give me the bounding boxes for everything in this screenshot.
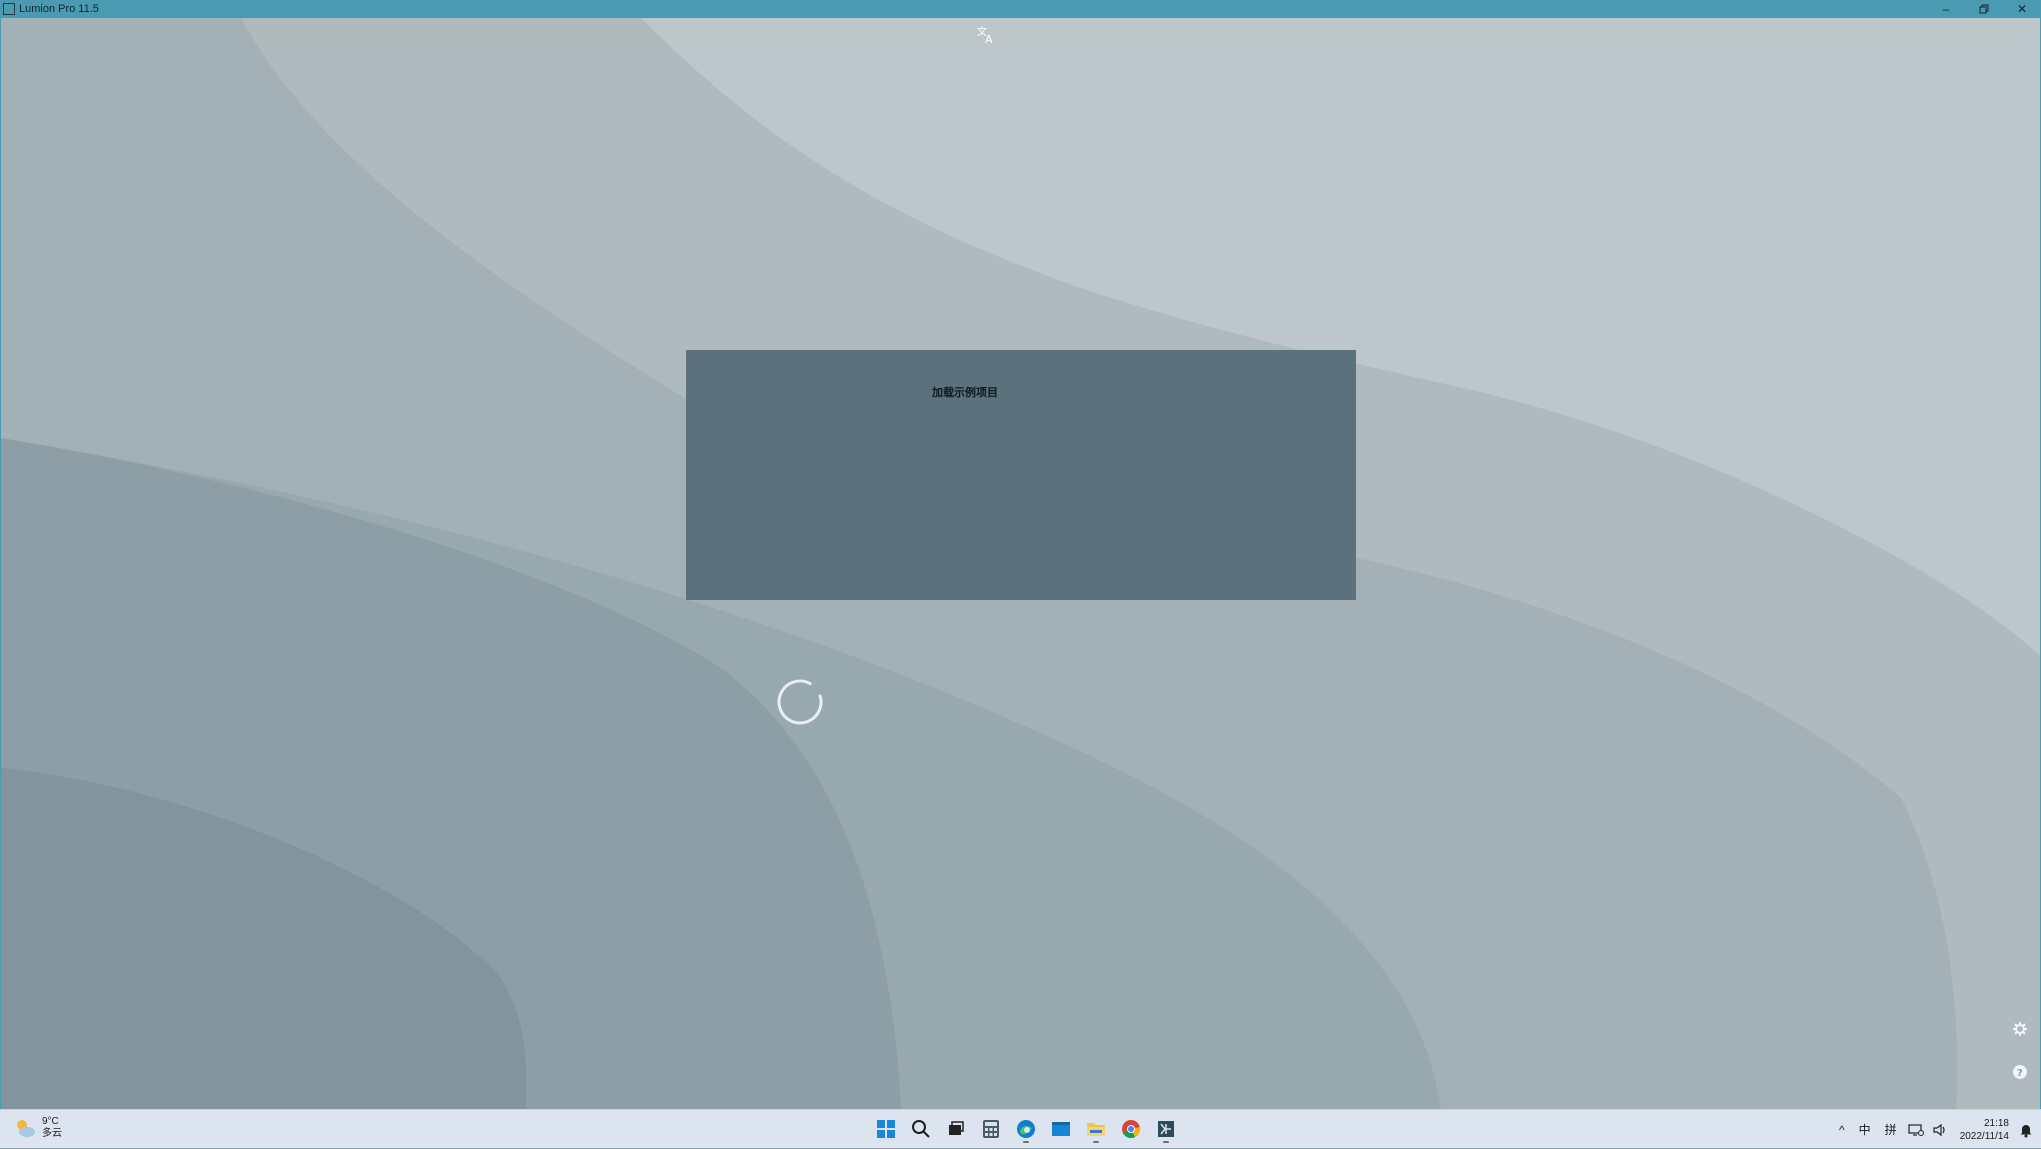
running-indicator [1022, 1141, 1029, 1143]
clock-date: 2022/11/14 [1959, 1130, 2009, 1142]
mail-button[interactable] [1043, 1115, 1078, 1143]
taskbar-apps [868, 1115, 1183, 1143]
loading-spinner-icon [777, 679, 823, 725]
ime-mode-indicator[interactable]: 拼 [1885, 1121, 1897, 1138]
show-hidden-icons-chevron[interactable]: ^ [1839, 1123, 1845, 1137]
weather-widget[interactable]: 9°C 多云 [14, 1116, 62, 1140]
window-title: Lumion Pro 11.5 [19, 3, 99, 15]
close-icon[interactable]: ✕ [2003, 0, 2041, 18]
restore-icon[interactable] [1965, 0, 2003, 18]
search-button[interactable] [903, 1115, 938, 1143]
folder-icon [1086, 1123, 1105, 1136]
main-viewport: 文 A 加载示例项目 ? [0, 18, 2041, 1109]
network-icon[interactable] [1908, 1123, 1924, 1137]
running-indicator [1162, 1141, 1169, 1143]
taskbar: 9°C 多云 ^ 中 拼 21:18 2022/11/14 [0, 1109, 2041, 1148]
gear-icon[interactable] [2012, 1021, 2028, 1037]
help-icon[interactable]: ? [2012, 1064, 2028, 1080]
calculator-icon [982, 1120, 999, 1138]
translate-icon[interactable]: 文 A [976, 24, 998, 46]
calculator-button[interactable] [973, 1115, 1008, 1143]
clock-time: 21:18 [1983, 1117, 2009, 1129]
window-controls: – ✕ [1927, 0, 2041, 18]
window-app-icon [1051, 1122, 1070, 1136]
chrome-button[interactable] [1113, 1115, 1148, 1143]
chrome-icon [1121, 1120, 1140, 1138]
edge-button[interactable] [1008, 1115, 1043, 1143]
weather-condition: 多云 [42, 1128, 62, 1139]
minimize-icon[interactable]: – [1927, 0, 1965, 18]
volume-icon[interactable] [1932, 1123, 1948, 1137]
svg-text:A: A [985, 33, 993, 46]
lumion-button[interactable] [1148, 1115, 1183, 1143]
lumion-app-icon [3, 3, 15, 15]
search-icon [911, 1120, 930, 1138]
clock[interactable]: 21:18 2022/11/14 [1960, 1117, 2009, 1143]
notification-bell-icon[interactable] [2019, 1122, 2033, 1138]
file-explorer-button[interactable] [1078, 1115, 1113, 1143]
window-titlebar[interactable]: Lumion Pro 11.5 – ✕ [0, 0, 2041, 18]
weather-temp: 9°C [42, 1116, 59, 1127]
dialog-title: 加载示例项目 [932, 387, 998, 399]
weather-cloud-sun-icon [17, 1120, 35, 1137]
edge-browser-icon [1016, 1120, 1035, 1138]
lumion-icon [1157, 1121, 1174, 1137]
system-tray: ^ 中 拼 21:18 2022/11/14 [1832, 1110, 2033, 1149]
windows-icon [876, 1120, 895, 1138]
loading-dialog: 加载示例项目 [686, 350, 1356, 600]
svg-text:?: ? [2017, 1068, 2023, 1079]
task-view-button[interactable] [938, 1115, 973, 1143]
running-indicator [1092, 1141, 1099, 1143]
ime-language-indicator[interactable]: 中 [1859, 1121, 1871, 1138]
start-button[interactable] [868, 1115, 903, 1143]
task-view-icon [948, 1121, 964, 1135]
